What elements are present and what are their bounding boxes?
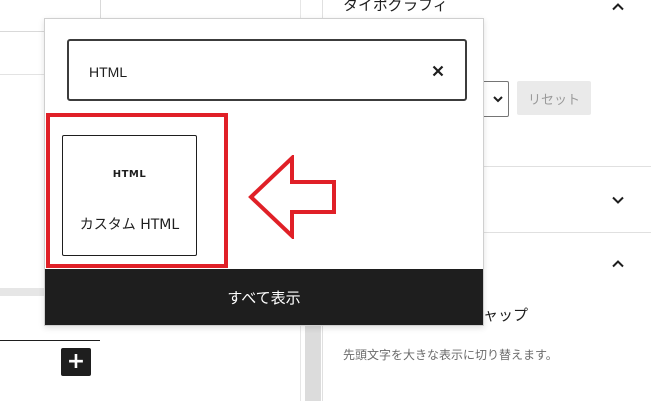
annotation-arrow-icon: [248, 155, 338, 239]
editor-divider: [0, 74, 44, 75]
typography-panel-title[interactable]: タイポグラフィ: [343, 0, 448, 15]
block-item-label: カスタム HTML: [79, 217, 180, 233]
reset-button[interactable]: リセット: [517, 81, 591, 115]
chevron-down-icon: [493, 96, 503, 103]
add-block-button[interactable]: +: [61, 348, 91, 376]
search-input-value[interactable]: HTML: [89, 64, 127, 80]
block-search-input[interactable]: HTML: [67, 39, 467, 101]
block-inserter-popover: HTML HTML カスタム HTML すべて表示: [44, 18, 484, 326]
editor-screen: + タイポグラフィ リセット ャップ 先頭文字を大きな表示に切り替えます。 HT…: [0, 0, 651, 401]
editor-block-outline: [0, 340, 100, 341]
chevron-down-icon[interactable]: [611, 193, 625, 207]
editor-placeholder-bar: [0, 288, 44, 296]
custom-html-block-item[interactable]: HTML カスタム HTML: [62, 135, 197, 256]
canvas-scrollbar[interactable]: [305, 326, 321, 401]
close-icon[interactable]: [431, 64, 445, 78]
drop-cap-help-text: 先頭文字を大きな表示に切り替えます。: [343, 348, 558, 362]
chevron-up-icon[interactable]: [611, 257, 625, 271]
chevron-up-icon[interactable]: [611, 0, 625, 14]
html-icon: HTML: [112, 169, 147, 180]
show-all-button[interactable]: すべて表示: [45, 269, 483, 325]
drop-cap-label: ャップ: [483, 306, 529, 324]
plus-icon: +: [66, 349, 86, 374]
